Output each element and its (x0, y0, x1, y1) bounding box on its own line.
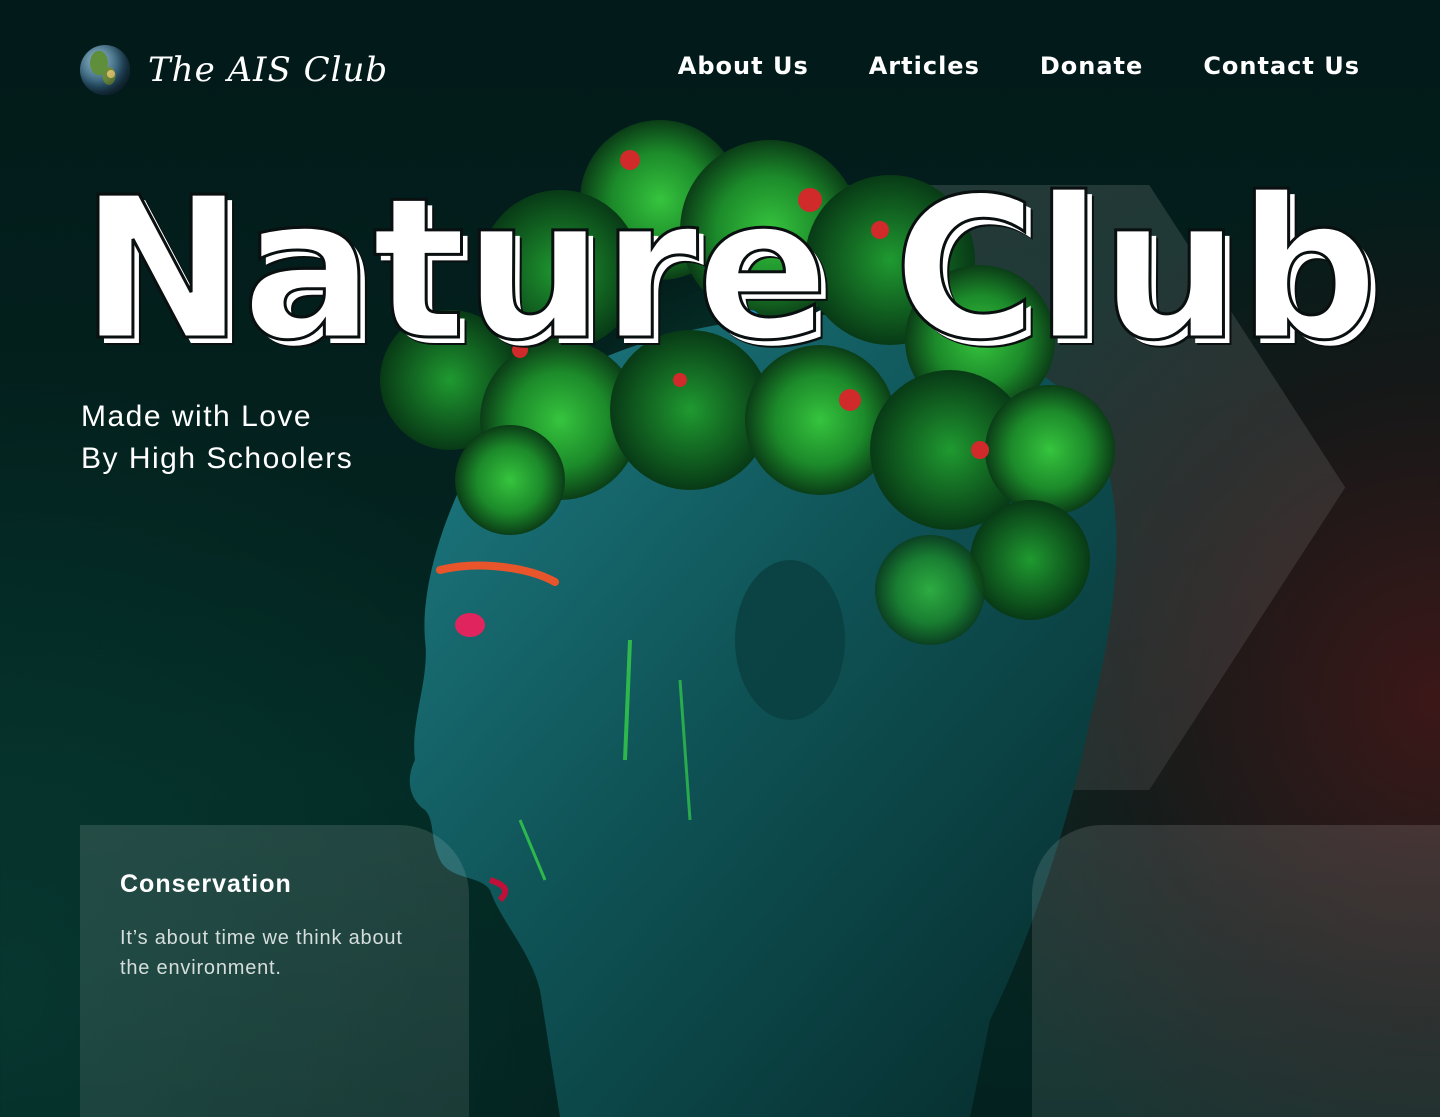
nav-about-us[interactable]: About Us (678, 52, 809, 80)
tagline-line-2: By High Schoolers (81, 442, 354, 475)
brand-name: The AIS Club (148, 50, 389, 90)
conservation-card[interactable]: Conservation It’s about time we think ab… (80, 825, 469, 1117)
nav-contact-us[interactable]: Contact Us (1203, 52, 1360, 80)
card-text: It’s about time we think about the envir… (120, 927, 403, 979)
nav-donate[interactable]: Donate (1040, 52, 1143, 80)
nav-articles[interactable]: Articles (869, 52, 980, 80)
hero-title: Nature Club (78, 156, 1379, 384)
site-header: The AIS Club About Us Articles Donate Co… (0, 0, 1440, 140)
brand[interactable]: The AIS Club (80, 45, 388, 95)
secondary-card[interactable] (1032, 825, 1440, 1117)
tagline-line-1: Made with Love (81, 400, 313, 433)
main-nav: About Us Articles Donate Contact Us (678, 52, 1360, 80)
card-title: Conservation (120, 870, 292, 898)
hero-tagline: Made with Love By High Schoolers (81, 396, 353, 480)
globe-icon (80, 45, 130, 95)
